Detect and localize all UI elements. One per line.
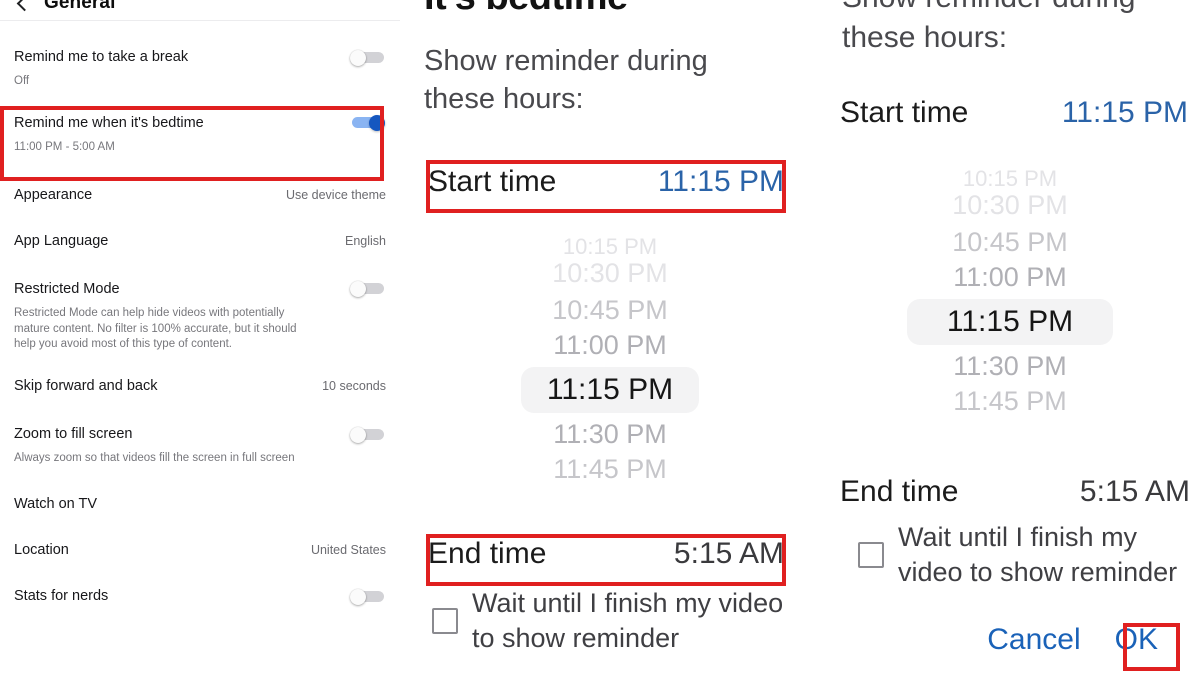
toggle-restricted-mode[interactable] (350, 281, 386, 298)
wheel-option-selected[interactable]: 11:15 PM (420, 363, 800, 417)
wheel-option[interactable]: 11:00 PM (828, 260, 1192, 295)
setting-row-app-language[interactable]: App Language English (0, 210, 400, 256)
setting-label: Zoom to fill screen (14, 426, 133, 443)
wheel-option[interactable]: 10:45 PM (420, 293, 800, 328)
end-time-value[interactable]: 5:15 AM (1080, 475, 1190, 509)
toggle-knob (350, 426, 366, 443)
bedtime-dialog-right: Show reminder during these hours: Start … (820, 0, 1200, 675)
setting-label: Location (14, 542, 69, 559)
wheel-option[interactable]: 11:00 PM (420, 328, 800, 363)
wheel-option-selected[interactable]: 11:15 PM (828, 295, 1192, 349)
end-time-row[interactable]: End time 5:15 AM (428, 537, 784, 571)
setting-value: Use device theme (285, 187, 386, 202)
setting-subtext: Always zoom so that videos fill the scre… (14, 452, 295, 465)
wheel-option[interactable]: 10:45 PM (828, 225, 1192, 260)
wheel-option[interactable]: 11:30 PM (420, 417, 800, 452)
toggle-take-a-break[interactable] (350, 49, 386, 66)
setting-row-restricted-mode[interactable]: Restricted Mode Restricted Mode can help… (0, 256, 400, 354)
toggle-bedtime[interactable] (350, 115, 386, 132)
start-time-wheel[interactable]: 10:15 PM 10:30 PM 10:45 PM 11:00 PM 11:1… (828, 168, 1192, 419)
checkbox-icon[interactable] (858, 541, 884, 568)
setting-row-take-a-break[interactable]: Remind me to take a break Off (0, 28, 400, 90)
setting-label: Stats for nerds (14, 588, 109, 605)
setting-value: United States (310, 543, 386, 558)
end-time-label: End time (840, 475, 959, 508)
end-time-label: End time (428, 537, 547, 570)
bedtime-dialog-mid: It's bedtime Show reminder during these … (400, 0, 820, 675)
back-arrow-icon[interactable] (14, 0, 32, 12)
page-title: General (44, 0, 116, 13)
dialog-subtitle: Show reminder during these hours: (842, 0, 1135, 54)
settings-header: General (0, 0, 400, 20)
start-time-value[interactable]: 11:15 PM (658, 165, 784, 199)
dialog-title: It's bedtime (424, 0, 628, 19)
setting-subtext: Restricted Mode can help hide videos wit… (14, 306, 297, 351)
start-time-row[interactable]: Start time 11:15 PM (428, 165, 784, 199)
checkbox-icon[interactable] (432, 607, 458, 634)
start-time-value[interactable]: 11:15 PM (1062, 96, 1188, 130)
setting-value: 10 seconds (322, 379, 386, 394)
setting-subtext: Off (14, 75, 30, 87)
toggle-knob (350, 588, 366, 605)
wait-until-finish-checkbox-row[interactable]: Wait until I finish my video to show rem… (432, 586, 792, 655)
setting-label: Appearance (14, 186, 93, 203)
toggle-knob (350, 281, 366, 298)
setting-row-appearance[interactable]: Appearance Use device theme (0, 156, 400, 210)
start-time-wheel[interactable]: 10:15 PM 10:30 PM 10:45 PM 11:00 PM 11:1… (420, 236, 800, 487)
screenshot-stage: General Remind me to take a break Off Re… (0, 0, 1200, 675)
start-time-row[interactable]: Start time 11:15 PM (840, 96, 1188, 130)
setting-label: Remind me when it's bedtime (14, 114, 204, 131)
toggle-stats-for-nerds[interactable] (350, 588, 386, 605)
header-divider (0, 20, 400, 21)
wheel-option[interactable]: 11:30 PM (828, 349, 1192, 384)
toggle-knob (350, 49, 366, 66)
toggle-zoom-to-fill[interactable] (350, 426, 386, 443)
end-time-row[interactable]: End time 5:15 AM (840, 475, 1190, 509)
settings-list: Remind me to take a break Off Remind me … (0, 28, 400, 611)
start-time-label: Start time (840, 96, 969, 129)
ok-button[interactable]: OK (1115, 625, 1158, 655)
cancel-button[interactable]: Cancel (987, 625, 1080, 655)
wheel-selected-pill: 11:15 PM (906, 299, 1114, 345)
setting-row-skip-forward-back[interactable]: Skip forward and back 10 seconds (0, 353, 400, 401)
dialog-actions: Cancel OK (820, 625, 1200, 655)
wheel-selected-pill: 11:15 PM (520, 367, 700, 413)
toggle-knob (369, 115, 385, 132)
wheel-option[interactable]: 10:30 PM (420, 260, 800, 293)
wheel-option[interactable]: 10:30 PM (828, 192, 1192, 225)
wheel-option[interactable]: 10:15 PM (420, 236, 800, 260)
setting-row-zoom-to-fill[interactable]: Zoom to fill screen Always zoom so that … (0, 401, 400, 467)
setting-row-location[interactable]: Location United States (0, 519, 400, 565)
wait-until-finish-checkbox-row[interactable]: Wait until I finish my video to show rem… (858, 520, 1188, 589)
setting-label: Skip forward and back (14, 378, 158, 395)
start-time-label: Start time (428, 165, 557, 198)
setting-row-stats-for-nerds[interactable]: Stats for nerds (0, 565, 400, 611)
dialog-subtitle: Show reminder during these hours: (424, 45, 708, 116)
wheel-option[interactable]: 11:45 PM (420, 452, 800, 487)
setting-label: Restricted Mode (14, 280, 120, 297)
wheel-option[interactable]: 11:45 PM (828, 384, 1192, 419)
setting-label: Watch on TV (14, 496, 98, 513)
setting-row-bedtime[interactable]: Remind me when it's bedtime 11:00 PM - 5… (0, 90, 400, 156)
checkbox-label: Wait until I finish my video to show rem… (898, 522, 1178, 587)
setting-subtext: 11:00 PM - 5:00 AM (14, 140, 115, 153)
setting-value: English (345, 233, 386, 248)
setting-row-watch-on-tv[interactable]: Watch on TV (0, 467, 400, 519)
end-time-value[interactable]: 5:15 AM (674, 537, 784, 571)
general-settings-panel: General Remind me to take a break Off Re… (0, 0, 400, 675)
setting-label: Remind me to take a break (14, 48, 189, 65)
wheel-option[interactable]: 10:15 PM (828, 168, 1192, 192)
checkbox-label: Wait until I finish my video to show rem… (472, 588, 784, 653)
setting-label: App Language (14, 232, 109, 249)
